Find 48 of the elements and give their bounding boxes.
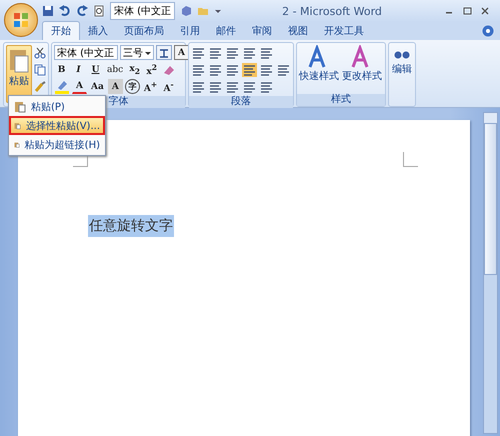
save-icon[interactable] <box>42 5 54 17</box>
ribbon-tab[interactable]: 插入 <box>80 22 116 40</box>
ribbon-tab[interactable]: 开始 <box>42 21 80 40</box>
selected-text: 任意旋转文字 <box>88 215 174 237</box>
style-button[interactable]: 更改样式 <box>342 45 382 92</box>
ribbon-tab[interactable]: 开发工具 <box>316 22 372 40</box>
format-button[interactable]: x$^{2}$ <box>144 62 160 77</box>
character-border-button[interactable]: A <box>174 45 189 60</box>
font-effect-button[interactable]: A$^{+}$ <box>142 79 160 94</box>
ribbon-tab[interactable]: 邮件 <box>208 22 244 40</box>
format-button[interactable]: U <box>88 62 103 77</box>
font-name-field[interactable]: 宋体 (中文正 <box>54 45 118 60</box>
redo-icon[interactable] <box>76 5 88 17</box>
format-button[interactable]: abc <box>105 62 126 77</box>
copy-icon[interactable] <box>34 64 46 76</box>
window-title: 2 - Microsoft Word <box>282 4 382 18</box>
font-effect-button[interactable]: A <box>108 79 123 94</box>
office-logo-icon <box>11 10 31 30</box>
phonetic-guide-icon[interactable] <box>156 45 172 60</box>
undo-icon[interactable] <box>59 5 71 17</box>
print-preview-icon[interactable] <box>93 5 105 17</box>
ribbon-tab[interactable]: 视图 <box>280 22 316 40</box>
brush-icon[interactable] <box>34 81 46 93</box>
font-size-field[interactable]: 三号 <box>120 45 154 60</box>
highlighter-icon[interactable] <box>54 79 70 94</box>
ribbon-tab[interactable]: 审阅 <box>244 22 280 40</box>
ribbon-tab[interactable]: 引用 <box>172 22 208 40</box>
menu-item[interactable]: 选择性粘贴(V)... <box>9 116 105 135</box>
vertical-scrollbar[interactable] <box>483 112 498 434</box>
style-button[interactable]: 快速样式 <box>299 45 339 92</box>
group-label: 段落 <box>189 96 293 108</box>
clipboard-icon <box>14 100 26 112</box>
align-left-icon[interactable] <box>191 62 206 76</box>
format-button[interactable]: x$_{2}$ <box>127 62 142 77</box>
dropdown-arrow-icon[interactable] <box>214 7 222 15</box>
font-effect-button[interactable]: Aa <box>89 79 106 94</box>
font-effect-button[interactable]: A$^{-}$ <box>161 79 176 94</box>
dropdown-arrow-icon[interactable] <box>145 50 151 56</box>
font-field[interactable]: 宋体 (中文正 <box>110 2 176 20</box>
group-label: 样式 <box>297 94 385 106</box>
format-button[interactable]: B <box>54 62 69 77</box>
font-effect-button[interactable]: 字 <box>124 79 140 94</box>
format-button[interactable]: I <box>71 62 86 77</box>
clipboard-icon <box>8 48 30 74</box>
scissors-icon[interactable] <box>34 47 46 59</box>
ribbon-tab[interactable]: 页面布局 <box>116 22 172 40</box>
office-button[interactable] <box>4 3 38 37</box>
menu-item[interactable]: 粘贴为超链接(H) <box>9 135 105 154</box>
